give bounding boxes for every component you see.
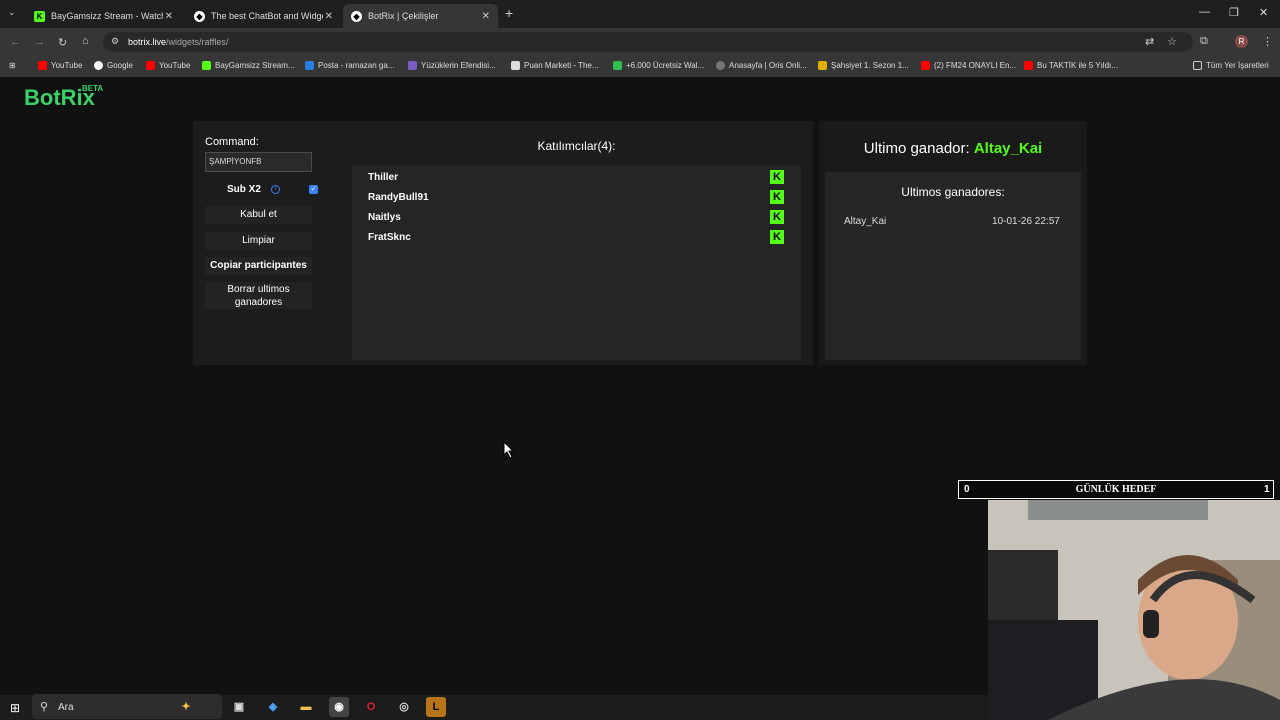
- kick-icon: K: [34, 10, 45, 22]
- daily-goal-current: 0: [964, 484, 970, 495]
- winners-history: [825, 172, 1081, 360]
- participant-name[interactable]: Thiller: [368, 172, 398, 183]
- youtube-icon: [921, 61, 930, 70]
- taskbar-search-text: Ara: [58, 702, 74, 713]
- minimize-icon[interactable]: —: [1199, 6, 1210, 18]
- bookmark-item[interactable]: Puan Marketi - The...: [511, 61, 599, 70]
- accept-button[interactable]: Kabul et: [205, 206, 312, 224]
- bookmark-item[interactable]: Anasayfa | Oris Onli...: [716, 61, 807, 70]
- kick-icon: [202, 61, 211, 70]
- botrix-icon: ◆: [194, 10, 205, 22]
- tab-kick-stream[interactable]: K BayGamsizz Stream - Watch Live ✕: [26, 4, 181, 28]
- last-winner-heading: Ultimo ganador: Altay_Kai: [863, 140, 1043, 157]
- close-tab-icon[interactable]: ✕: [165, 11, 173, 22]
- obs-icon[interactable]: ◎: [394, 697, 414, 717]
- home-icon[interactable]: ⌂: [82, 35, 89, 47]
- reload-icon[interactable]: ↻: [58, 36, 67, 49]
- site-icon: [818, 61, 827, 70]
- beta-badge: BETA: [82, 84, 104, 93]
- bookmark-star-icon[interactable]: ☆: [1167, 35, 1177, 48]
- participant-name[interactable]: FratSknc: [368, 232, 411, 243]
- sparkle-icon: ✦: [181, 701, 191, 713]
- bookmark-item[interactable]: Bu TAKTİK ile 5 Yıldı...: [1024, 61, 1118, 70]
- forward-icon[interactable]: →: [34, 36, 45, 48]
- bookmark-item[interactable]: Şahsiyet 1. Sezon 1...: [818, 61, 909, 70]
- command-input[interactable]: ŞAMPİYONFB: [205, 152, 312, 172]
- address-bar[interactable]: [103, 32, 1193, 52]
- new-tab-icon[interactable]: +: [505, 5, 513, 21]
- site-icon: [511, 61, 520, 70]
- tab-title: BayGamsizz Stream - Watch Live: [51, 11, 163, 21]
- clear-button[interactable]: Limpiar: [205, 232, 312, 250]
- mail-icon: [305, 61, 314, 70]
- site-icon: [613, 61, 622, 70]
- bookmark-item[interactable]: Yüzüklerin Efendisi...: [408, 61, 496, 70]
- bookmark-item[interactable]: BayGamsizz Stream...: [202, 61, 295, 70]
- participants-title: Katılımcılar(4):: [537, 139, 616, 153]
- copilot-icon[interactable]: ◈: [263, 697, 283, 717]
- info-icon[interactable]: i: [271, 185, 280, 194]
- tab-title: BotRix | Çekilişler: [368, 11, 439, 21]
- webcam-image: [988, 500, 1280, 720]
- site-icon: [408, 61, 417, 70]
- bookmark-item[interactable]: (2) FM24 ONAYLI En...: [921, 61, 1016, 70]
- winners-history-title: Ultimos ganadores:: [901, 185, 1005, 199]
- youtube-icon: [146, 61, 155, 70]
- daily-goal-target: 1: [1264, 484, 1270, 495]
- menu-icon[interactable]: ⋮: [1262, 35, 1273, 48]
- tab-search-chevron-icon[interactable]: ⌄: [8, 7, 16, 18]
- bookmark-item[interactable]: Google: [94, 61, 133, 70]
- mouse-cursor-icon: [503, 441, 515, 459]
- bookmark-item[interactable]: Posta - ramazan ga...: [305, 61, 394, 70]
- back-icon[interactable]: ←: [10, 36, 21, 48]
- command-label: Command:: [205, 136, 259, 148]
- profile-avatar[interactable]: R: [1235, 35, 1248, 48]
- url-text[interactable]: botrix.live/widgets/raffles/: [128, 37, 228, 47]
- webcam-feed: [988, 500, 1280, 720]
- chrome-icon[interactable]: ◉: [329, 697, 349, 717]
- search-icon: ⚲: [40, 701, 49, 713]
- sub-x2-label: Sub X2: [227, 184, 261, 195]
- windows-start-icon[interactable]: ⊞: [10, 701, 20, 715]
- translate-icon[interactable]: ⇄: [1145, 35, 1154, 48]
- task-view-icon[interactable]: ▣: [229, 697, 249, 717]
- botrix-icon: ◆: [351, 10, 362, 22]
- tab-botrix-raffles[interactable]: ◆ BotRix | Çekilişler ✕: [343, 4, 498, 28]
- participant-name[interactable]: Naitlys: [368, 212, 401, 223]
- apps-grid-icon[interactable]: ⊞: [9, 61, 16, 70]
- kick-icon: K: [770, 210, 784, 224]
- participant-name[interactable]: RandyBull91: [368, 192, 429, 203]
- close-window-icon[interactable]: ✕: [1259, 6, 1268, 19]
- close-tab-icon[interactable]: ✕: [482, 11, 490, 22]
- winner-history-name: Altay_Kai: [844, 216, 887, 227]
- site-icon: [716, 61, 725, 70]
- tab-chatbot[interactable]: ◆ The best ChatBot and Widgets ✕: [186, 4, 341, 28]
- winner-history-date: 10-01-26 22:57: [992, 216, 1060, 227]
- extensions-icon[interactable]: ⧉: [1200, 35, 1208, 48]
- kick-icon: K: [770, 190, 784, 204]
- file-explorer-icon[interactable]: ▬: [296, 697, 316, 717]
- tab-title: The best ChatBot and Widgets: [211, 11, 323, 21]
- league-icon[interactable]: L: [426, 697, 446, 717]
- kick-icon: K: [770, 230, 784, 244]
- opera-icon[interactable]: O: [361, 697, 381, 717]
- google-icon: [94, 61, 103, 70]
- delete-winners-button[interactable]: Borrar ultimos ganadores: [205, 282, 312, 309]
- bookmark-item[interactable]: YouTube: [38, 61, 82, 70]
- bookmark-item[interactable]: YouTube: [146, 61, 190, 70]
- restore-icon[interactable]: ❐: [1229, 6, 1239, 19]
- daily-goal-title: GÜNLÜK HEDEF: [1075, 484, 1157, 495]
- youtube-icon: [1024, 61, 1033, 70]
- folder-icon: [1193, 61, 1202, 70]
- youtube-icon: [38, 61, 47, 70]
- bookmark-item[interactable]: +6.000 Ücretsiz Wal...: [613, 61, 704, 70]
- close-tab-icon[interactable]: ✕: [325, 11, 333, 22]
- all-bookmarks[interactable]: Tüm Yer İşaretleri: [1193, 61, 1269, 70]
- copy-participants-button[interactable]: Copiar participantes: [205, 257, 312, 275]
- sub-x2-checkbox[interactable]: ✓: [309, 185, 318, 194]
- site-info-icon[interactable]: ⚙: [111, 36, 119, 47]
- kick-icon: K: [770, 170, 784, 184]
